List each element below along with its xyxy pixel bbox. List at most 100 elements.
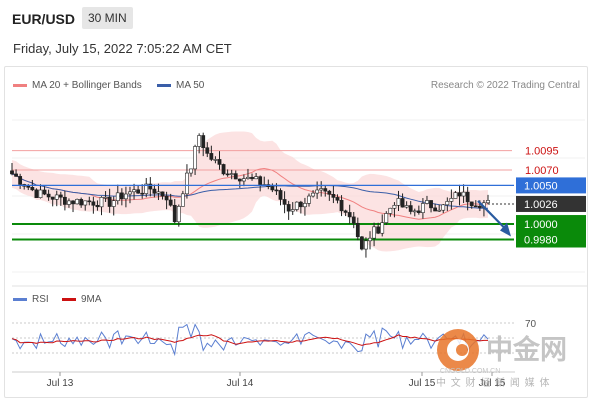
candle-body xyxy=(327,190,332,195)
candle-body xyxy=(119,192,124,200)
candle-body xyxy=(351,216,356,224)
candle-body xyxy=(311,192,315,197)
candle-body xyxy=(209,153,214,160)
candle-body xyxy=(62,196,67,205)
candle-body xyxy=(380,222,385,234)
candle-body xyxy=(14,173,18,177)
watermark-logo: 中金网 中 文 财 经 新 闻 媒 体 CNGOLD.COM.CN xyxy=(436,329,567,388)
candle-body xyxy=(384,213,389,223)
forecast-layer xyxy=(477,200,511,237)
candle-body xyxy=(58,194,63,198)
candle-body xyxy=(396,198,401,206)
candle-body xyxy=(335,197,340,201)
candle-body xyxy=(368,237,372,242)
candle-body xyxy=(140,192,145,195)
candle-body xyxy=(30,187,35,191)
candle-body xyxy=(115,192,120,201)
candle-body xyxy=(54,194,59,200)
candle-body xyxy=(364,240,368,250)
candle-body xyxy=(79,199,84,206)
candle-body xyxy=(298,201,303,208)
support-label: 0.9980 xyxy=(524,235,558,247)
candle-body xyxy=(38,189,43,198)
watermark-subtitle: 中 文 财 经 新 闻 媒 体 xyxy=(436,376,550,388)
candle-body xyxy=(315,189,320,194)
candle-body xyxy=(67,200,71,205)
candle-body xyxy=(128,191,132,195)
candle-body xyxy=(465,191,470,203)
candle-body xyxy=(205,147,210,154)
candle-body xyxy=(124,193,128,200)
candle-body xyxy=(83,200,88,206)
candle-body xyxy=(217,159,222,165)
candle-body xyxy=(477,205,482,208)
watermark-dot-icon xyxy=(456,344,468,356)
candle-body xyxy=(453,192,458,199)
candle-body xyxy=(290,209,295,212)
x-tick-label: Jul 13 xyxy=(47,378,74,389)
candle-body xyxy=(429,200,433,209)
candle-body xyxy=(473,205,478,208)
candle-body xyxy=(34,189,39,198)
candle-body xyxy=(433,207,438,212)
candle-body xyxy=(359,236,364,250)
candle-body xyxy=(221,164,226,175)
candle-body xyxy=(185,172,189,195)
candle-body xyxy=(225,173,230,176)
candle-body xyxy=(425,200,429,204)
candle-body xyxy=(469,201,474,207)
candle-body xyxy=(172,204,177,223)
candle-body xyxy=(323,188,328,192)
resistance-label: 1.0070 xyxy=(525,165,559,177)
candle-body xyxy=(343,210,348,213)
candle-body xyxy=(250,176,254,180)
candle-body xyxy=(42,189,47,195)
candle-body xyxy=(18,176,23,185)
candle-body xyxy=(339,199,344,212)
candle-body xyxy=(189,168,193,174)
candle-body xyxy=(258,176,263,185)
candle-body xyxy=(282,199,287,205)
candle-body xyxy=(160,191,165,197)
candle-body xyxy=(294,201,299,210)
candle-body xyxy=(201,135,206,148)
candle-body xyxy=(180,193,185,207)
legend-9ma: 9MA xyxy=(62,294,102,305)
candle-body xyxy=(132,189,136,193)
candle-body xyxy=(319,188,324,191)
candle-body xyxy=(26,185,31,188)
candle-body xyxy=(136,189,141,194)
candle-body xyxy=(87,200,92,203)
candle-body xyxy=(445,201,450,206)
candle-body xyxy=(416,210,421,213)
candle-body xyxy=(99,197,104,208)
candle-body xyxy=(111,200,116,207)
resistance-label: 1.0095 xyxy=(525,146,559,158)
candle-body xyxy=(152,188,157,194)
candle-body xyxy=(392,205,397,209)
candle-body xyxy=(103,196,108,199)
candle-body xyxy=(404,205,409,208)
candle-body xyxy=(303,203,307,208)
candle-body xyxy=(176,206,181,223)
legend-9ma-label: 9MA xyxy=(81,294,102,305)
candle-body xyxy=(107,196,112,207)
candle-body xyxy=(46,193,51,198)
candle-body xyxy=(461,191,466,197)
candle-body xyxy=(95,204,100,208)
candle-body xyxy=(197,135,202,147)
candle-body xyxy=(286,204,291,212)
candle-body xyxy=(274,189,279,192)
candle-body xyxy=(449,198,454,202)
ma9-swatch xyxy=(62,298,76,301)
candle-body xyxy=(168,199,173,206)
candle-body xyxy=(254,176,259,180)
candle-body xyxy=(229,173,234,175)
candle-body xyxy=(156,191,161,194)
watermark-name: 中金网 xyxy=(486,334,567,365)
candle-body xyxy=(347,212,352,218)
candle-body xyxy=(193,146,197,170)
candle-body xyxy=(331,194,336,198)
candle-body xyxy=(486,200,490,204)
candle-body xyxy=(278,190,283,200)
